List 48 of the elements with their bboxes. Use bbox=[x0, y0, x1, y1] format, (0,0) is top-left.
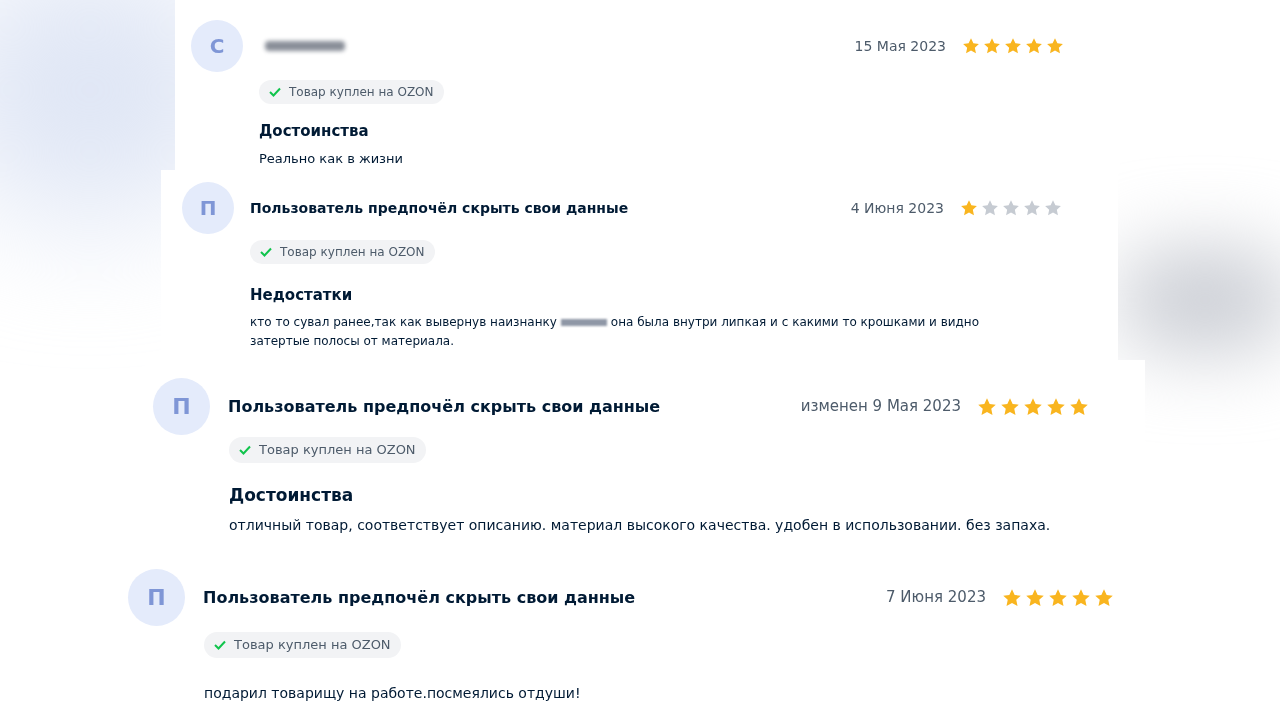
author-name: Пользователь предпочёл скрыть свои данные bbox=[203, 586, 636, 609]
star-icon bbox=[1044, 199, 1062, 217]
review-date: 15 Мая 2023 bbox=[854, 36, 946, 56]
star-icon bbox=[1025, 587, 1045, 608]
avatar: П bbox=[153, 378, 210, 435]
check-icon bbox=[269, 87, 281, 97]
star-icon bbox=[1023, 396, 1043, 417]
review-text: подарил товарищу на работе.посмеялись отдуши! bbox=[204, 683, 581, 703]
review-text: отличный товар, соответствует описанию. материал высокого качества. удобен в использовании. без запаха. bbox=[229, 516, 1051, 535]
star-icon bbox=[1048, 587, 1068, 608]
purchase-badge: Товар куплен на OZON bbox=[229, 437, 426, 463]
author-name: Пользователь предпочёл скрыть свои данные bbox=[228, 395, 661, 418]
star-icon bbox=[1002, 587, 1022, 608]
check-icon bbox=[260, 247, 272, 257]
review-text: Реально как в жизни bbox=[259, 149, 403, 168]
star-icon bbox=[1046, 37, 1064, 55]
star-icon bbox=[1025, 37, 1043, 55]
review-date: изменен 9 Мая 2023 bbox=[800, 396, 961, 418]
section-title: Достоинства bbox=[259, 121, 370, 142]
section-title: Достоинства bbox=[229, 483, 355, 507]
star-icon bbox=[1069, 396, 1089, 417]
author-name: Пользователь предпочёл скрыть свои данные bbox=[250, 198, 629, 218]
review-date: 4 Июня 2023 bbox=[850, 198, 944, 218]
review-date: 7 Июня 2023 bbox=[886, 587, 986, 609]
avatar: П bbox=[182, 182, 234, 234]
star-icon bbox=[1023, 199, 1041, 217]
star-icon bbox=[1094, 587, 1114, 608]
avatar: С bbox=[191, 20, 243, 72]
purchase-badge: Товар куплен на OZON bbox=[204, 632, 401, 658]
purchase-badge: Товар куплен на OZON bbox=[250, 240, 435, 264]
review-text: она была внутри липкая и с какими то крошками и видно bbox=[610, 313, 979, 331]
star-icon bbox=[977, 396, 997, 417]
star-icon bbox=[981, 199, 999, 217]
purchase-badge: Товар куплен на OZON bbox=[259, 80, 444, 104]
star-icon bbox=[983, 37, 1001, 55]
avatar: П bbox=[128, 569, 185, 626]
star-icon bbox=[1002, 199, 1020, 217]
star-icon bbox=[1004, 37, 1022, 55]
check-icon bbox=[214, 639, 226, 650]
star-icon bbox=[962, 37, 980, 55]
star-icon bbox=[1046, 396, 1066, 417]
star-icon bbox=[960, 199, 978, 217]
star-icon bbox=[1071, 587, 1091, 608]
check-icon bbox=[239, 444, 251, 455]
section-title: Недостатки bbox=[250, 285, 354, 306]
review-text: затертые полосы от материала. bbox=[250, 332, 454, 350]
review-text: кто то сувал ранее,так как вывернув наизнанку bbox=[250, 313, 557, 331]
star-icon bbox=[1000, 396, 1020, 417]
